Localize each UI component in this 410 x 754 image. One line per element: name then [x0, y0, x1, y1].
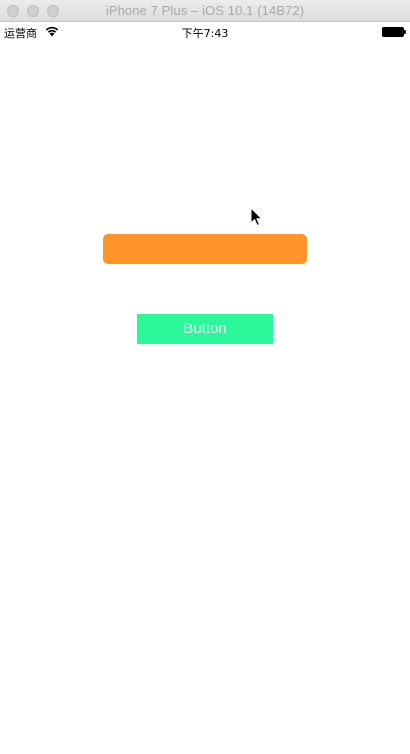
orange-view	[103, 234, 307, 264]
status-time: 下午7:43	[181, 27, 229, 40]
battery-icon	[382, 27, 406, 37]
window-title: iPhone 7 Plus – iOS 10.1 (14B72)	[105, 3, 305, 18]
simulator-window: iPhone 7 Plus – iOS 10.1 (14B72) 运营商 下午7…	[0, 0, 410, 754]
simulator-title-bar: iPhone 7 Plus – iOS 10.1 (14B72)	[0, 0, 410, 22]
mouse-cursor-icon	[250, 207, 264, 227]
ios-status-bar: 运营商 下午7:43	[0, 22, 410, 42]
button[interactable]: Button	[137, 314, 273, 344]
